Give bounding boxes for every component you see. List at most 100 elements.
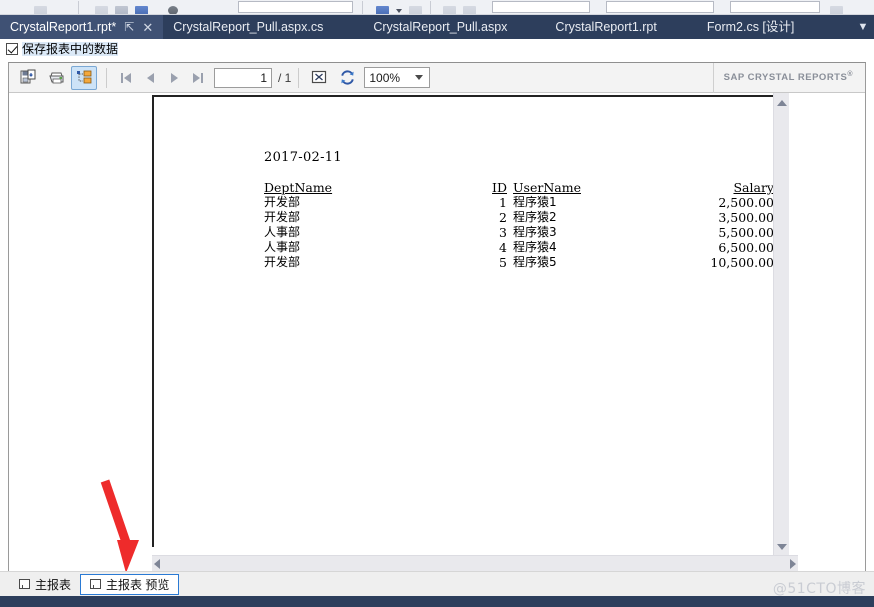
search-box[interactable] <box>730 1 820 13</box>
first-page-icon <box>121 72 123 83</box>
previous-page-icon <box>146 72 154 83</box>
report-page-area: 2017-02-11 DeptName ID UserName Salary 开… <box>9 93 798 555</box>
undo-icon[interactable] <box>34 6 47 14</box>
document-tab-crystalreport-pull-aspx-cs[interactable]: CrystalReport_Pull.aspx.cs <box>163 15 333 39</box>
attach-process-icon[interactable] <box>376 6 389 14</box>
cell-deptname: 开发部 <box>264 195 301 209</box>
document-tab-label: CrystalReport_Pull.aspx.cs <box>173 19 324 34</box>
cell-id: 5 <box>499 255 507 270</box>
cell-deptname: 人事部 <box>264 240 301 254</box>
next-page-button[interactable] <box>162 67 186 89</box>
cell-deptname: 开发部 <box>264 255 301 269</box>
cell-username: 程序猿4 <box>513 240 557 254</box>
cell-deptname: 人事部 <box>264 225 301 239</box>
scroll-left-icon[interactable] <box>154 558 160 569</box>
platform-icon[interactable] <box>135 6 148 14</box>
solution-combo[interactable] <box>492 1 590 13</box>
last-page-icon <box>193 72 200 83</box>
startup-project-combo[interactable] <box>238 1 353 13</box>
cell-id: 2 <box>499 210 507 225</box>
save-data-checkbox[interactable] <box>6 42 18 55</box>
zoom-level-select[interactable]: 100% <box>364 67 431 88</box>
chevron-up-icon <box>777 100 787 106</box>
vertical-scrollbar[interactable] <box>773 93 789 555</box>
filter-combo[interactable] <box>606 1 714 13</box>
pin-icon[interactable]: ⇱ <box>124 21 134 33</box>
page-number-input[interactable] <box>214 67 272 88</box>
page-area-left-gutter <box>9 555 152 571</box>
crystal-viewer-body: 2017-02-11 DeptName ID UserName Salary 开… <box>9 93 865 571</box>
sap-brand-text: SAP CRYSTAL REPORTS <box>723 72 848 84</box>
sheet-tab-main-report-preview[interactable]: 主报表 预览 <box>80 573 180 595</box>
sheet-tab-main-report[interactable]: 主报表 <box>10 574 80 595</box>
horizontal-scrollbar[interactable] <box>152 555 798 571</box>
refresh-button[interactable] <box>334 66 360 90</box>
document-tab-form2-cs-design[interactable]: Form2.cs [设计] <box>667 15 805 39</box>
breakpoint-icon[interactable] <box>409 6 422 14</box>
document-tab-crystalreport-pull-aspx[interactable]: CrystalReport_Pull.aspx <box>333 15 517 39</box>
next-page-icon <box>170 72 178 83</box>
stop-loading-button[interactable] <box>306 66 332 90</box>
crystal-report-viewer: / 1 <box>8 62 866 571</box>
registered-mark: ® <box>847 71 853 79</box>
cell-salary: 2,500.00 <box>718 195 774 210</box>
stop-icon <box>311 70 327 85</box>
toggle-group-tree-button[interactable] <box>71 65 97 90</box>
document-tab-label: CrystalReport1.rpt* <box>10 19 117 34</box>
start-button-icon[interactable] <box>168 6 178 14</box>
cell-username: 程序猿5 <box>513 255 557 269</box>
print-report-button[interactable] <box>43 66 69 90</box>
printer-icon <box>47 70 66 86</box>
step-over-icon[interactable] <box>443 6 456 14</box>
sap-brand-area: SAP CRYSTAL REPORTS® <box>712 62 865 93</box>
crystal-viewer-toolbar: / 1 <box>9 62 865 93</box>
table-row: 开发部 2 程序猿2 3,500.00 <box>264 210 774 225</box>
chevron-down-icon <box>777 544 787 550</box>
column-header-id: ID <box>492 180 507 195</box>
cell-salary: 3,500.00 <box>718 210 774 225</box>
scroll-up-button[interactable] <box>774 95 790 111</box>
refresh-icon <box>339 70 356 85</box>
column-header-deptname: DeptName <box>264 180 333 195</box>
column-header-salary: Salary <box>733 180 774 195</box>
chevron-down-icon[interactable] <box>396 9 402 13</box>
document-tab-crystalreport1-rpt-modified[interactable]: CrystalReport1.rpt* ⇱ ✕ <box>0 15 164 39</box>
step-into-icon[interactable] <box>463 6 476 14</box>
previous-page-button[interactable] <box>138 67 162 89</box>
table-row: 人事部 3 程序猿3 5,500.00 <box>264 225 774 240</box>
page-total-label: / 1 <box>278 70 292 85</box>
minimize-icon[interactable] <box>830 6 843 14</box>
report-date: 2017-02-11 <box>264 150 342 165</box>
start-debug-icon[interactable] <box>95 6 108 14</box>
cell-deptname: 开发部 <box>264 210 301 224</box>
cell-username: 程序猿3 <box>513 225 557 239</box>
document-tab-crystalreport1-rpt[interactable]: CrystalReport1.rpt <box>517 15 666 39</box>
report-options-row: 保存报表中的数据 <box>0 39 874 59</box>
last-page-button[interactable] <box>186 67 210 89</box>
export-disk-icon <box>20 69 37 86</box>
status-bar <box>0 596 874 607</box>
document-tab-bar: CrystalReport1.rpt* ⇱ ✕ CrystalReport_Pu… <box>0 15 874 39</box>
report-preview-icon <box>90 579 102 589</box>
export-report-button[interactable] <box>15 66 41 90</box>
report-table: DeptName ID UserName Salary 开发部 1 程序猿1 2… <box>264 180 774 270</box>
sheet-tab-label: 主报表 预览 <box>106 577 170 592</box>
configuration-icon[interactable] <box>115 6 128 14</box>
cell-id: 4 <box>499 240 507 255</box>
cell-salary: 6,500.00 <box>718 240 774 255</box>
visual-studio-toolbar-strip <box>0 0 874 15</box>
close-icon[interactable]: ✕ <box>142 21 153 34</box>
table-row: 开发部 1 程序猿1 2,500.00 <box>264 195 774 210</box>
document-tab-label: Form2.cs [设计] <box>706 19 795 34</box>
toolbar-divider <box>106 67 107 88</box>
scroll-right-icon[interactable] <box>790 558 796 569</box>
scroll-down-button[interactable] <box>774 539 790 555</box>
cell-id: 1 <box>499 195 507 210</box>
first-page-button[interactable] <box>114 67 138 89</box>
save-data-checkbox-label[interactable]: 保存报表中的数据 <box>22 41 119 56</box>
document-tab-label: CrystalReport_Pull.aspx <box>373 19 508 34</box>
tab-overflow-chevron-down-icon[interactable]: ▼ <box>852 15 874 39</box>
page-area-right-gutter <box>789 93 798 555</box>
sheet-tab-label: 主报表 <box>35 577 72 592</box>
table-row: 人事部 4 程序猿4 6,500.00 <box>264 240 774 255</box>
